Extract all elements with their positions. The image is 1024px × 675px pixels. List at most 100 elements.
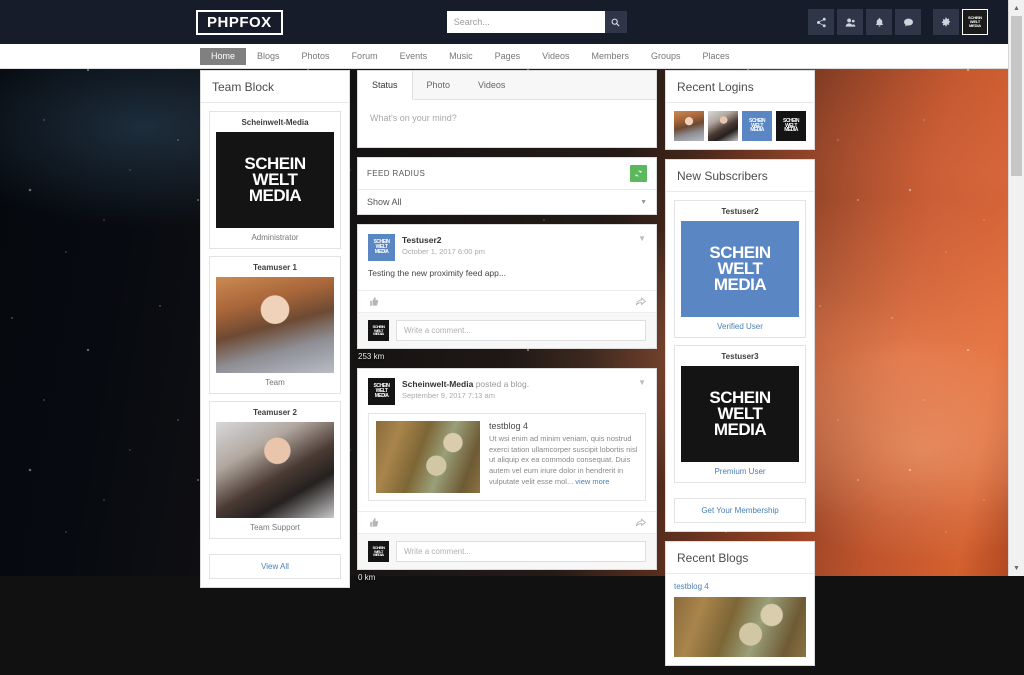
- page-content: Team Block Scheinwelt-MediaSCHEINWELTMED…: [0, 70, 1008, 576]
- team-view-all-button[interactable]: View All: [209, 554, 341, 579]
- gear-icon[interactable]: [933, 9, 959, 35]
- post-author-name[interactable]: Scheinwelt-Media: [402, 379, 473, 389]
- share-icon[interactable]: [808, 9, 834, 35]
- scroll-down-arrow[interactable]: ▼: [1009, 560, 1024, 576]
- team-member-name: Scheinwelt-Media: [216, 118, 334, 127]
- left-sidebar: Team Block Scheinwelt-MediaSCHEINWELTMED…: [200, 70, 350, 597]
- account-avatar[interactable]: SCHEIN WELT MEDIA: [962, 9, 988, 35]
- nav-item-pages[interactable]: Pages: [484, 48, 532, 65]
- post-header: SCHEINWELTMEDIA Scheinwelt-Media posted a…: [358, 369, 656, 409]
- subscriber-name: Testuser2: [681, 207, 799, 216]
- team-member-role: Team Support: [216, 523, 334, 532]
- composer-input[interactable]: What's on your mind?: [358, 100, 656, 147]
- share-arrow-icon[interactable]: [635, 517, 646, 528]
- team-member-name: Teamuser 2: [216, 408, 334, 417]
- recent-blogs-title: Recent Blogs: [666, 542, 814, 574]
- subscriber-tile[interactable]: Testuser2SCHEINWELTMEDIAVerified User: [674, 200, 806, 338]
- composer-tab-status[interactable]: Status: [358, 71, 413, 100]
- team-member-role: Team: [216, 378, 334, 387]
- recent-logins-avatars: SCHEINWELTMEDIASCHEINWELTMEDIA: [666, 103, 814, 149]
- thumbs-up-icon[interactable]: [368, 517, 379, 528]
- main-navigation-bar: HomeBlogsPhotosForumEventsMusicPagesVide…: [0, 44, 1008, 69]
- recent-blog-title[interactable]: testblog 4: [674, 582, 806, 591]
- search-icon: [611, 18, 620, 27]
- nav-item-members[interactable]: Members: [581, 48, 641, 65]
- message-icon[interactable]: [895, 9, 921, 35]
- feed-radius-select[interactable]: Show All ▼: [358, 190, 656, 214]
- team-member-tile[interactable]: Teamuser 1Team: [209, 256, 341, 394]
- share-arrow-icon[interactable]: [635, 296, 646, 307]
- page-scrollbar[interactable]: ▲ ▼: [1008, 0, 1024, 576]
- nav-item-blogs[interactable]: Blogs: [246, 48, 291, 65]
- recent-blog-thumbnail: [674, 597, 806, 657]
- feed-radius-title: FEED RADIUS: [367, 169, 425, 178]
- blog-embed[interactable]: testblog 4 Ut wsi enim ad minim veniam, q…: [368, 413, 646, 501]
- scroll-up-arrow[interactable]: ▲: [1009, 0, 1024, 16]
- nav-item-videos[interactable]: Videos: [531, 48, 580, 65]
- get-membership-button[interactable]: Get Your Membership: [674, 498, 806, 523]
- composer-tab-photo[interactable]: Photo: [413, 71, 465, 99]
- team-member-list: Scheinwelt-MediaSCHEINWELTMEDIAAdministr…: [201, 103, 349, 554]
- team-member-tile[interactable]: Teamuser 2 Team Support: [209, 401, 341, 539]
- post-author-avatar: SCHEINWELTMEDIA: [368, 378, 395, 405]
- post-distance: 0 km: [357, 570, 657, 589]
- post-action: posted a blog.: [476, 379, 529, 389]
- team-block-card: Team Block Scheinwelt-MediaSCHEINWELTMED…: [200, 70, 350, 588]
- nav-item-home[interactable]: Home: [200, 48, 246, 65]
- composer-tab-videos[interactable]: Videos: [464, 71, 519, 99]
- recent-login-avatar: [708, 111, 738, 141]
- scrollbar-thumb[interactable]: [1011, 16, 1022, 176]
- subscriber-name: Testuser3: [681, 352, 799, 361]
- nav-item-events[interactable]: Events: [389, 48, 439, 65]
- recent-login-avatar: SCHEINWELTMEDIA: [742, 111, 772, 141]
- chevron-down-icon[interactable]: ▼: [638, 378, 646, 387]
- blog-title[interactable]: testblog 4: [489, 421, 638, 431]
- chevron-down-icon[interactable]: ▼: [638, 234, 646, 243]
- view-more-link[interactable]: view more: [575, 477, 609, 486]
- new-subscribers-card: New Subscribers Testuser2SCHEINWELTMEDIA…: [665, 159, 815, 532]
- thumbs-up-icon[interactable]: [368, 296, 379, 307]
- nav-item-groups[interactable]: Groups: [640, 48, 692, 65]
- refresh-icon[interactable]: [630, 165, 647, 182]
- center-column: StatusPhotoVideos What's on your mind? F…: [357, 70, 657, 589]
- search-input[interactable]: [447, 11, 605, 33]
- header-icon-group: SCHEIN WELT MEDIA: [808, 9, 988, 35]
- team-member-tile[interactable]: Scheinwelt-MediaSCHEINWELTMEDIAAdministr…: [209, 111, 341, 249]
- nav-item-forum[interactable]: Forum: [341, 48, 389, 65]
- recent-blog-item[interactable]: testblog 4: [674, 582, 806, 657]
- post-header: SCHEINWELTMEDIATestuser2October 1, 2017 …: [358, 225, 656, 265]
- team-member-avatar: [216, 422, 334, 518]
- status-composer-card: StatusPhotoVideos What's on your mind?: [357, 70, 657, 148]
- nav-item-music[interactable]: Music: [438, 48, 484, 65]
- comment-input[interactable]: Write a comment...: [396, 541, 646, 562]
- composer-tabs: StatusPhotoVideos: [358, 71, 656, 100]
- subscriber-tile[interactable]: Testuser3SCHEINWELTMEDIAPremium User: [674, 345, 806, 483]
- feed-radius-selected-value: Show All: [367, 197, 402, 207]
- subscriber-list: Testuser2SCHEINWELTMEDIAVerified UserTes…: [666, 192, 814, 498]
- search-submit-button[interactable]: [605, 11, 627, 33]
- comment-row: SCHEINWELTMEDIA Write a comment...: [358, 533, 656, 569]
- post-action-bar: [358, 290, 656, 312]
- post-author-avatar: SCHEINWELTMEDIA: [368, 234, 395, 261]
- recent-login-avatar: [674, 111, 704, 141]
- friends-icon[interactable]: [837, 9, 863, 35]
- feed-radius-header: FEED RADIUS: [358, 158, 656, 190]
- comment-author-avatar: SCHEINWELTMEDIA: [368, 541, 389, 562]
- nav-item-places[interactable]: Places: [692, 48, 741, 65]
- avatar-line-3: MEDIA: [969, 24, 981, 28]
- post-author-name[interactable]: Testuser2: [402, 235, 442, 245]
- team-member-role: Administrator: [216, 233, 334, 242]
- search-bar: [447, 11, 627, 33]
- blog-excerpt: Ut wsi enim ad minim veniam, quis nostru…: [489, 434, 638, 487]
- nav-item-photos[interactable]: Photos: [291, 48, 341, 65]
- subscriber-role: Verified User: [681, 322, 799, 331]
- recent-logins-card: Recent Logins SCHEINWELTMEDIASCHEINWELTM…: [665, 70, 815, 150]
- bell-icon[interactable]: [866, 9, 892, 35]
- subscriber-avatar: SCHEINWELTMEDIA: [681, 366, 799, 462]
- site-logo[interactable]: PHPFOX: [196, 10, 283, 35]
- feed-post: SCHEINWELTMEDIA Scheinwelt-Media posted a…: [357, 368, 657, 589]
- new-subscribers-title: New Subscribers: [666, 160, 814, 192]
- comment-input[interactable]: Write a comment...: [396, 320, 646, 341]
- feed-post: SCHEINWELTMEDIATestuser2October 1, 2017 …: [357, 224, 657, 368]
- top-header-bar: PHPFOX SCHEIN W: [0, 0, 1008, 44]
